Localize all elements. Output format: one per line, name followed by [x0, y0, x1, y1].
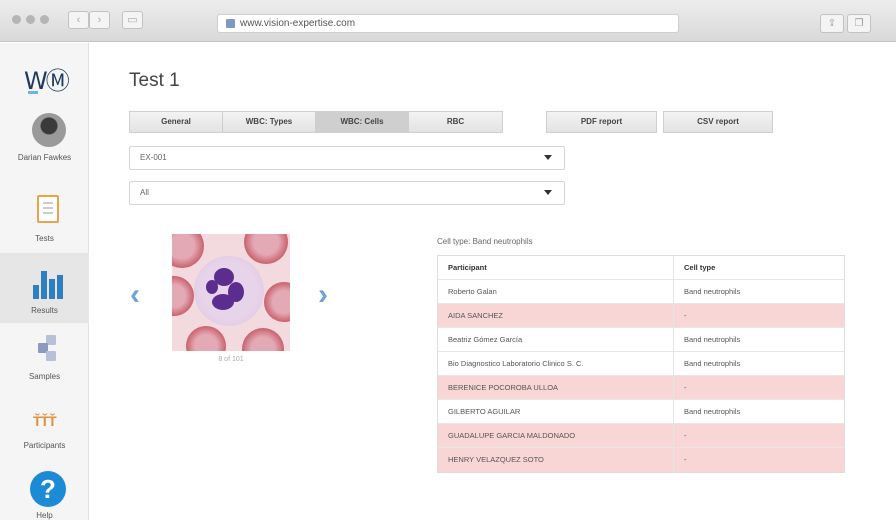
participant-cell: AIDA SANCHEZ — [438, 304, 674, 327]
chevron-down-icon — [544, 190, 552, 195]
tab-bar: General WBC: Types WBC: Cells RBC — [129, 111, 503, 133]
tests-icon — [37, 195, 59, 223]
sidebar-item-label: Tests — [35, 234, 54, 243]
close-window-dot[interactable] — [12, 15, 21, 24]
participant-cell: BERENICE POCOROBA ULLOA — [438, 376, 674, 399]
user-avatar[interactable] — [32, 113, 66, 147]
address-bar[interactable]: www.vision-expertise.com — [217, 14, 679, 33]
filter-select[interactable]: All — [129, 181, 565, 205]
previous-image-icon[interactable]: ‹ — [130, 278, 140, 312]
browser-toolbar: ‹ › ▭ www.vision-expertise.com ⇪ ❐ — [0, 0, 896, 42]
sidebar-item-samples[interactable]: Samples — [0, 323, 89, 391]
minimize-window-dot[interactable] — [26, 15, 35, 24]
report-buttons: PDF report CSV report — [546, 111, 773, 133]
table-row: GILBERTO AGUILAR Band neutrophils — [438, 400, 844, 424]
share-icon[interactable]: ⇪ — [820, 14, 844, 33]
wm-logo: WⓂ — [24, 67, 70, 95]
participants-icon: ŤŤŤ — [33, 413, 57, 429]
url-text: www.vision-expertise.com — [240, 18, 356, 29]
sample-select[interactable]: EX-001 — [129, 146, 565, 170]
participant-cell: HENRY VELAZQUEZ SOTO — [438, 448, 674, 472]
tab-general[interactable]: General — [129, 111, 222, 133]
zoom-window-dot[interactable] — [40, 15, 49, 24]
back-icon[interactable]: ‹ — [68, 11, 89, 29]
sidebar-item-participants[interactable]: ŤŤŤ Participants — [0, 393, 89, 461]
column-header-participant: Participant — [438, 256, 674, 279]
sidebar-item-results[interactable]: Results — [0, 253, 89, 323]
csv-report-button[interactable]: CSV report — [663, 111, 773, 133]
participant-cell: Beatriz Gómez García — [438, 328, 674, 351]
cell-type-cell: - — [684, 455, 687, 464]
sidebar-toggle-icon[interactable]: ▭ — [122, 11, 143, 29]
tabs-icon[interactable]: ❐ — [847, 14, 871, 33]
sidebar-item-label: Help — [36, 511, 53, 520]
cell-type-label: Cell type: Band neutrophils — [437, 237, 533, 246]
participant-cell: Roberto Galan — [438, 280, 674, 303]
table-row: GUADALUPE GARCIA MALDONADO - — [438, 424, 844, 448]
participant-cell: GILBERTO AGUILAR — [438, 400, 674, 423]
chevron-down-icon — [544, 155, 552, 160]
cell-type-cell: Band neutrophils — [684, 287, 741, 296]
tab-wbc-types[interactable]: WBC: Types — [222, 111, 315, 133]
cell-type-cell: - — [684, 311, 687, 320]
column-header-cell-type: Cell type — [684, 263, 716, 272]
cell-type-cell: Band neutrophils — [684, 407, 741, 416]
cell-image — [172, 234, 290, 351]
table-row: Roberto Galan Band neutrophils — [438, 280, 844, 304]
sidebar-item-tests[interactable]: Tests — [0, 183, 89, 253]
site-icon — [226, 19, 235, 28]
sidebar-item-label: Samples — [28, 372, 61, 381]
samples-icon — [38, 335, 62, 365]
filter-select-value: All — [140, 188, 149, 197]
cell-type-cell: - — [684, 383, 687, 392]
tab-rbc[interactable]: RBC — [408, 111, 503, 133]
bar-chart-icon — [33, 269, 63, 299]
sample-select-value: EX-001 — [140, 153, 167, 162]
participant-cell: GUADALUPE GARCIA MALDONADO — [438, 424, 674, 447]
table-row: Bio Diagnostico Laboratorio Clinico S. C… — [438, 352, 844, 376]
table-header: Participant Cell type — [438, 256, 844, 280]
next-image-icon[interactable]: › — [318, 278, 328, 312]
pdf-report-button[interactable]: PDF report — [546, 111, 657, 133]
table-row: Beatriz Gómez García Band neutrophils — [438, 328, 844, 352]
user-name: Darian Fawkes — [17, 153, 72, 162]
table-row: HENRY VELAZQUEZ SOTO - — [438, 448, 844, 472]
tab-wbc-cells[interactable]: WBC: Cells — [315, 111, 408, 133]
cell-type-cell: Band neutrophils — [684, 359, 741, 368]
help-icon: ? — [30, 471, 66, 507]
page-title: Test 1 — [129, 70, 180, 91]
sidebar-item-label: Results — [31, 306, 58, 315]
cell-type-cell: Band neutrophils — [684, 335, 741, 344]
cell-type-cell: - — [684, 431, 687, 440]
participant-cell: Bio Diagnostico Laboratorio Clinico S. C… — [438, 352, 674, 375]
app-sidebar: WⓂ Darian Fawkes Tests Results Samples Ť… — [0, 43, 89, 520]
sidebar-item-help[interactable]: ? Help — [0, 461, 89, 521]
table-row: AIDA SANCHEZ - — [438, 304, 844, 328]
results-table: Participant Cell type Roberto Galan Band… — [437, 255, 845, 473]
image-counter: 8 of 101 — [218, 356, 244, 363]
forward-icon[interactable]: › — [89, 11, 110, 29]
sidebar-item-label: Participants — [23, 441, 66, 450]
table-row: BERENICE POCOROBA ULLOA - — [438, 376, 844, 400]
